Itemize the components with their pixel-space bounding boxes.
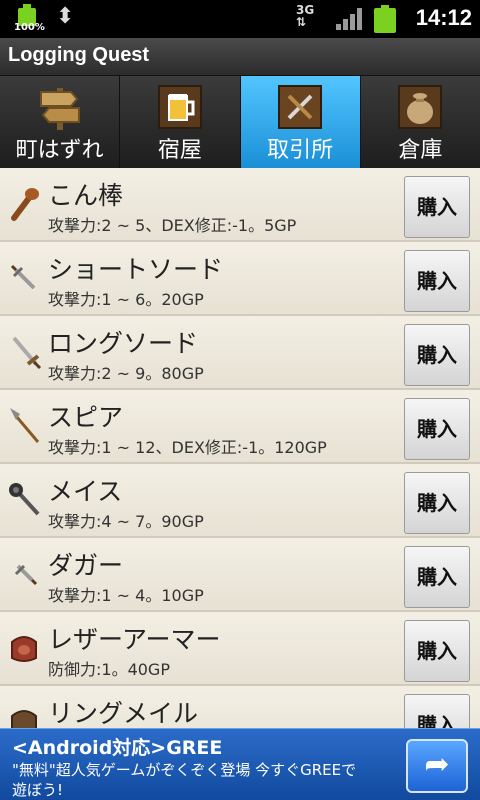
network-type: 3G ⇅ xyxy=(296,3,315,29)
item-description: 攻撃力:1 ~ 6。20GP xyxy=(48,290,204,309)
trading-sign-icon xyxy=(278,85,323,129)
tab-outskirts[interactable]: 町はずれ xyxy=(0,76,121,168)
spear-icon xyxy=(10,408,40,443)
signpost-icon xyxy=(39,88,80,130)
sack-icon xyxy=(398,85,443,129)
tab-inn[interactable]: 宿屋 xyxy=(120,76,241,168)
app-title-bar: Logging Quest xyxy=(0,38,480,76)
tab-storage-label: 倉庫 xyxy=(398,138,443,163)
item-name: メイス xyxy=(48,477,123,506)
buy-button[interactable]: 購入 xyxy=(404,546,470,608)
club-icon xyxy=(11,188,39,221)
tab-bar: 町はずれ 宿屋 取引所 倉庫 xyxy=(0,76,480,168)
app-title: Logging Quest xyxy=(8,44,150,66)
item-description: 防御力:1。40GP xyxy=(48,660,170,679)
buy-button[interactable]: 購入 xyxy=(404,250,470,312)
leather-armor-icon xyxy=(11,636,37,662)
list-item: ダガー 攻撃力:1 ~ 4。10GP 購入 xyxy=(0,538,480,612)
ad-text-line-1: "無料"超人気ゲームがぞくぞく登場 今すぐGREEで xyxy=(12,761,357,779)
item-description: 攻撃力:1 ~ 12、DEX修正:-1。120GP xyxy=(48,438,327,457)
item-name: スピア xyxy=(48,403,124,432)
battery-percent: 100% xyxy=(14,22,45,33)
clock: 14:12 xyxy=(415,5,472,30)
item-name: レザーアーマー xyxy=(48,625,221,654)
mace-icon xyxy=(9,483,40,516)
list-item: メイス 攻撃力:4 ~ 7。90GP 購入 xyxy=(0,464,480,538)
list-item: ロングソード 攻撃力:2 ~ 9。80GP 購入 xyxy=(0,316,480,390)
buy-button[interactable]: 購入 xyxy=(404,324,470,386)
item-description: 攻撃力:2 ~ 9。80GP xyxy=(48,364,204,383)
buy-button[interactable]: 購入 xyxy=(404,620,470,682)
item-description: 攻撃力:1 ~ 4。10GP xyxy=(48,586,204,605)
buy-button[interactable]: 購入 xyxy=(404,398,470,460)
list-item: スピア 攻撃力:1 ~ 12、DEX修正:-1。120GP 購入 xyxy=(0,390,480,464)
item-name: ロングソード xyxy=(48,329,199,358)
battery-icon xyxy=(374,5,396,33)
item-description: 攻撃力:2 ~ 5、DEX修正:-1。5GP xyxy=(48,216,297,235)
tab-storage[interactable]: 倉庫 xyxy=(361,76,480,168)
tab-exchange-label: 取引所 xyxy=(267,138,334,163)
buy-button[interactable]: 購入 xyxy=(404,176,470,238)
tab-exchange[interactable]: 取引所 xyxy=(240,76,361,168)
list-item: リングメイル 購入 xyxy=(0,686,480,728)
beer-mug-icon xyxy=(157,85,202,129)
item-name: ショートソード xyxy=(48,255,224,284)
short-sword-icon xyxy=(10,264,36,290)
list-item: ショートソード 攻撃力:1 ~ 6。20GP 購入 xyxy=(0,242,480,316)
list-item: レザーアーマー 防御力:1。40GP 購入 xyxy=(0,612,480,686)
status-bar: 100% ⬍ 3G ⇅ 14:12 xyxy=(0,0,480,38)
ad-text-line-2: 遊ぼう! xyxy=(12,781,64,799)
dagger-icon xyxy=(14,564,38,586)
shop-item-list[interactable]: こん棒 攻撃力:2 ~ 5、DEX修正:-1。5GP 購入 ショートソード 攻撃… xyxy=(0,168,480,728)
item-name: こん棒 xyxy=(48,181,124,210)
long-sword-icon xyxy=(12,336,42,370)
item-name: ダガー xyxy=(48,551,124,580)
usb-icon: ⬍ xyxy=(56,4,75,29)
signal-strength-icon xyxy=(336,8,362,30)
item-name: リングメイル xyxy=(48,699,199,728)
tab-outskirts-label: 町はずれ xyxy=(15,138,104,163)
ring-mail-icon xyxy=(11,710,37,728)
list-item: こん棒 攻撃力:2 ~ 5、DEX修正:-1。5GP 購入 xyxy=(0,168,480,242)
item-description: 攻撃力:4 ~ 7。90GP xyxy=(48,512,204,531)
share-arrow-icon[interactable]: ➦ xyxy=(406,739,468,793)
ad-banner[interactable]: <Android対応>GREE "無料"超人気ゲームがぞくぞく登場 今すぐGRE… xyxy=(0,728,480,800)
tab-inn-label: 宿屋 xyxy=(157,138,202,163)
buy-button[interactable]: 購入 xyxy=(404,694,470,728)
ad-headline: <Android対応>GREE xyxy=(12,737,223,759)
buy-button[interactable]: 購入 xyxy=(404,472,470,534)
